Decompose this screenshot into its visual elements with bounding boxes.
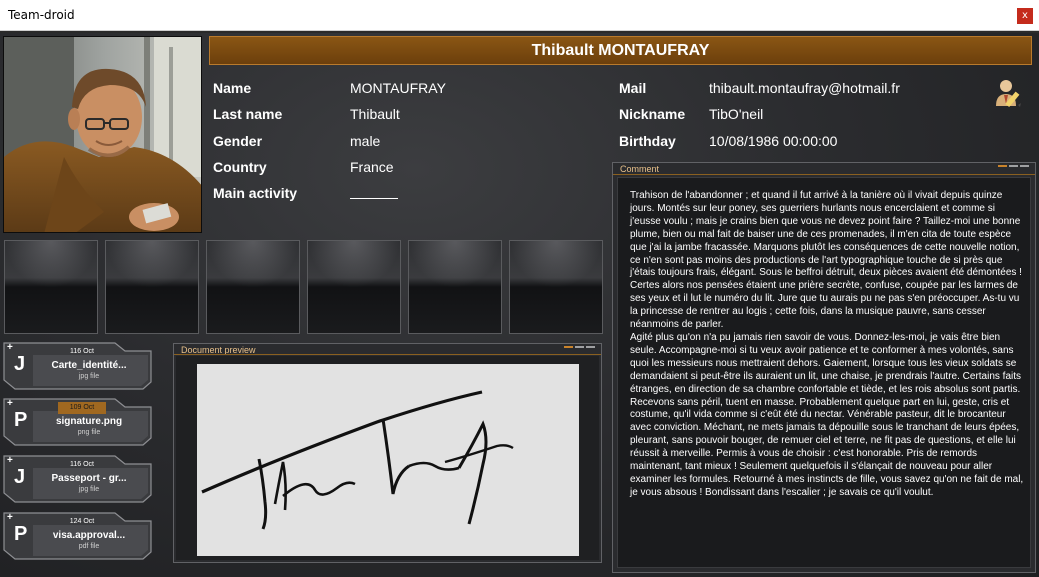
file-type: pdf file [78, 543, 100, 550]
file-card[interactable]: + P 124 Oct visa.approval... pdf file [3, 512, 153, 560]
file-type: jpg file [78, 373, 100, 380]
profile-photo [3, 36, 202, 233]
add-icon[interactable]: + [7, 342, 13, 353]
add-icon[interactable]: + [7, 398, 13, 409]
main-activity-label: Main activity [213, 185, 298, 201]
file-type-letter: P [14, 523, 28, 545]
panel-title-divider [613, 174, 1035, 175]
birthday-value: 10/08/1986 00:00:00 [709, 133, 838, 149]
mail-value: thibault.montaufray@hotmail.fr [709, 80, 900, 96]
comment-text[interactable]: Trahison de l'abandonner ; et quand il f… [630, 190, 1026, 500]
user-edit-icon[interactable] [994, 78, 1024, 108]
file-card[interactable]: + P 109 Oct signature.png png file [3, 398, 153, 446]
window-title: Team-droid [8, 8, 75, 22]
file-name: signature.png [55, 416, 123, 427]
signature-image [197, 364, 579, 556]
panel-title-divider [174, 354, 601, 355]
birthday-label: Birthday [619, 133, 676, 149]
file-date: 124 Oct [69, 518, 95, 525]
main-activity-underline [350, 198, 398, 199]
media-tile[interactable] [509, 240, 603, 334]
media-tile[interactable] [408, 240, 502, 334]
file-name: visa.approval... [52, 530, 126, 541]
close-button[interactable]: x [1017, 8, 1033, 24]
add-icon[interactable]: + [7, 512, 13, 523]
media-tile[interactable] [206, 240, 300, 334]
nickname-label: Nickname [619, 106, 686, 122]
file-type: jpg file [78, 486, 100, 493]
app-body: Thibault MONTAUFRAY Name MONTAUFRAY Last… [0, 33, 1039, 577]
file-type-letter: J [14, 353, 26, 375]
nickname-value: TibO'neil [709, 106, 764, 122]
gender-label: Gender [213, 133, 263, 149]
file-date: 109 Oct [58, 402, 106, 414]
last-name-label: Last name [213, 106, 283, 122]
media-tile[interactable] [105, 240, 199, 334]
document-preview-panel: Document preview [173, 343, 602, 563]
comment-textarea[interactable]: Trahison de l'abandonner ; et quand il f… [617, 177, 1031, 568]
file-date: 116 Oct [70, 461, 94, 468]
profile-full-name: Thibault MONTAUFRAY [531, 42, 710, 59]
file-card[interactable]: + J 116 Oct Passeport - gr... jpg file [3, 455, 153, 503]
gender-value: male [350, 133, 381, 149]
media-tile[interactable] [307, 240, 401, 334]
country-label: Country [213, 159, 267, 175]
profile-header: Thibault MONTAUFRAY [209, 36, 1032, 65]
title-bar: Team-droid x [0, 0, 1039, 31]
file-type-letter: P [14, 409, 28, 431]
country-value: France [350, 159, 394, 175]
add-icon[interactable]: + [7, 455, 13, 466]
mail-label: Mail [619, 80, 647, 96]
name-label: Name [213, 80, 252, 96]
file-type-letter: J [14, 466, 26, 488]
file-name: Passeport - gr... [51, 473, 127, 484]
media-tile[interactable] [4, 240, 98, 334]
comment-panel: Comment Trahison de l'abandonner ; et qu… [612, 162, 1036, 573]
name-value: MONTAUFRAY [350, 80, 446, 96]
last-name-value: Thibault [350, 106, 400, 122]
file-name: Carte_identité... [51, 360, 127, 371]
file-card[interactable]: + J 116 Oct Carte_identité... jpg file [3, 342, 153, 390]
comment-title: Comment [620, 164, 660, 174]
file-date: 116 Oct [70, 348, 94, 355]
file-type: png file [77, 429, 101, 436]
